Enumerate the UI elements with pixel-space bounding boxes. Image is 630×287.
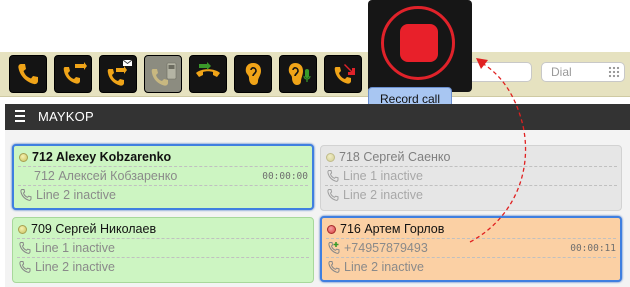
whisper-call-button[interactable] (279, 55, 317, 93)
whisper-ear-icon (288, 63, 311, 85)
record-icon[interactable] (400, 24, 438, 62)
call-timer: 00:00:00 (262, 171, 308, 182)
conference-button[interactable] (144, 55, 182, 93)
line-2-status: Line 2 inactive (344, 260, 424, 274)
line-2-status: Line 2 inactive (36, 188, 116, 202)
hangup-button[interactable] (324, 55, 362, 93)
status-dot-icon (18, 224, 27, 234)
phone-line-icon (327, 189, 339, 201)
call-timer: 00:00:11 (570, 243, 616, 254)
transfer-call-button[interactable] (189, 55, 227, 93)
agent-name: 712 Alexey Kobzarenko (32, 150, 172, 164)
agent-subtitle: 712 Алексей Кобзаренко (34, 169, 178, 183)
agent-card-716[interactable]: 716 Артем Горлов +74957879493 00:00:11 L… (320, 216, 622, 282)
agent-name: 718 Сергей Саенко (339, 150, 451, 164)
line-2-status: Line 2 inactive (343, 188, 423, 202)
group-title: MAYKOP (38, 109, 94, 124)
agent-name: 716 Артем Горлов (340, 222, 445, 236)
active-call-icon (328, 242, 340, 254)
status-dot-icon (326, 152, 335, 162)
answer-call-button[interactable] (9, 55, 47, 93)
dialpad-icon[interactable] (608, 66, 620, 78)
line-2-status: Line 2 inactive (35, 260, 115, 274)
status-dot-icon (327, 224, 336, 234)
dial-input[interactable]: Dial (541, 62, 625, 82)
forward-call-button[interactable] (54, 55, 92, 93)
hangup-icon (334, 64, 355, 84)
phone-line-icon (19, 261, 31, 273)
line-1-status: Line 1 inactive (35, 241, 115, 255)
listen-call-button[interactable] (234, 55, 272, 93)
agent-card-709[interactable]: 709 Сергей Николаев Line 1 inactive Line… (12, 217, 314, 283)
status-dot-icon (19, 152, 28, 162)
voicemail-forward-icon (107, 59, 133, 86)
call-transfer-icon (196, 62, 220, 77)
phone-line-icon (20, 189, 32, 201)
agent-card-712[interactable]: 712 Alexey Kobzarenko 712 Алексей Кобзар… (12, 144, 314, 210)
phone-line-icon (19, 242, 31, 254)
phone-handset-icon (18, 64, 38, 85)
active-call-number: +74957879493 (344, 241, 428, 255)
listen-ear-icon (245, 63, 261, 85)
menu-icon[interactable] (15, 110, 25, 123)
phone-line-icon (328, 261, 340, 273)
call-forward-icon (63, 62, 87, 84)
forward-voicemail-button[interactable] (99, 55, 137, 93)
agent-card-718[interactable]: 718 Сергей Саенко Line 1 inactive Line 2… (320, 145, 622, 211)
agent-name: 709 Сергей Николаев (31, 222, 157, 236)
conference-phone-icon (151, 62, 177, 86)
group-header: MAYKOP (5, 104, 630, 130)
phone-line-icon (327, 170, 339, 182)
dial-placeholder: Dial (551, 65, 572, 79)
line-1-status: Line 1 inactive (343, 169, 423, 183)
